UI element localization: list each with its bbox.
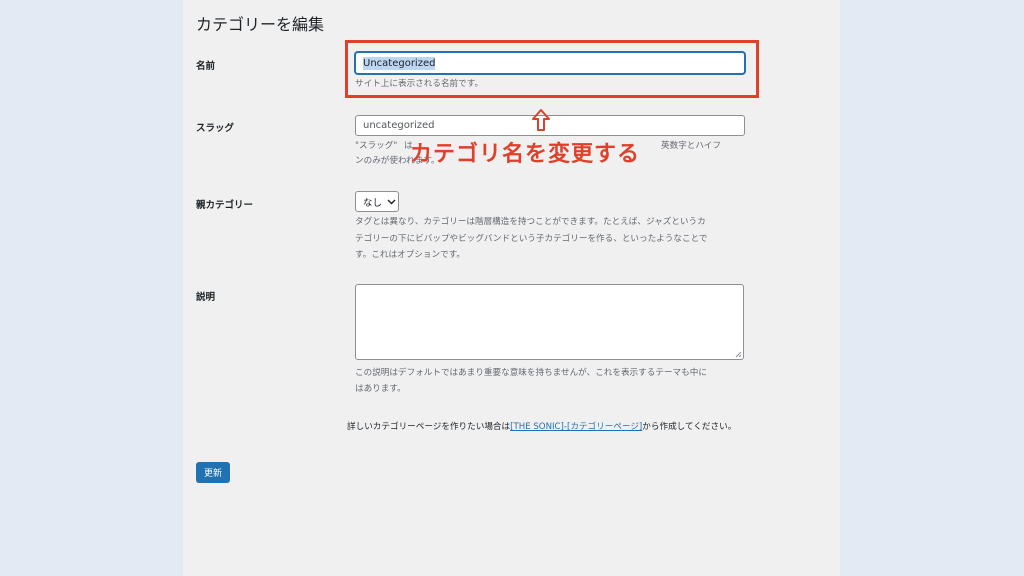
category-page-notice: 詳しいカテゴリーページを作りたい場合は[THE SONIC]-[カテゴリーページ… (347, 419, 736, 436)
parent-help-line1: タグとは異なり、カテゴリーは階層構造を持つことができます。たとえば、ジャズという… (355, 217, 706, 227)
parent-help-line2: テゴリーの下にビバップやビッグバンドという子カテゴリーを作る、といったようなこと… (355, 234, 708, 244)
chevron-down-icon (387, 199, 396, 204)
description-help-line2: はあります。 (355, 384, 406, 394)
parent-label: 親カテゴリー (196, 200, 254, 211)
name-label: 名前 (196, 61, 216, 72)
slug-input-value: uncategorized (363, 120, 435, 131)
update-button[interactable]: 更新 (196, 462, 230, 483)
category-page-link[interactable]: [THE SONIC]-[カテゴリーページ] (510, 422, 642, 432)
notice-text-before: 詳しいカテゴリーページを作りたい場合は (347, 422, 511, 432)
annotation-text: カテゴリ名を変更する (410, 142, 641, 167)
update-button-label: 更新 (203, 469, 222, 479)
slug-help-line1-c: 英数字とハイフ (661, 141, 721, 151)
description-label: 説明 (196, 292, 216, 303)
annotation-highlight-box (345, 40, 759, 98)
description-textarea[interactable] (355, 284, 744, 360)
slug-label: スラッグ (196, 123, 235, 134)
parent-select-value: なし (363, 197, 383, 209)
up-arrow-icon (532, 109, 550, 131)
parent-select[interactable]: なし (355, 191, 399, 212)
resize-handle-icon[interactable] (735, 351, 742, 358)
description-help-line1: この説明はデフォルトではあまり重要な意味を持ちませんが、これを表示するテーマも中… (355, 368, 707, 378)
parent-help-line3: す。これはオプションです。 (355, 250, 465, 260)
page-title: カテゴリーを編集 (196, 15, 325, 34)
notice-text-after: から作成してください。 (642, 422, 737, 432)
